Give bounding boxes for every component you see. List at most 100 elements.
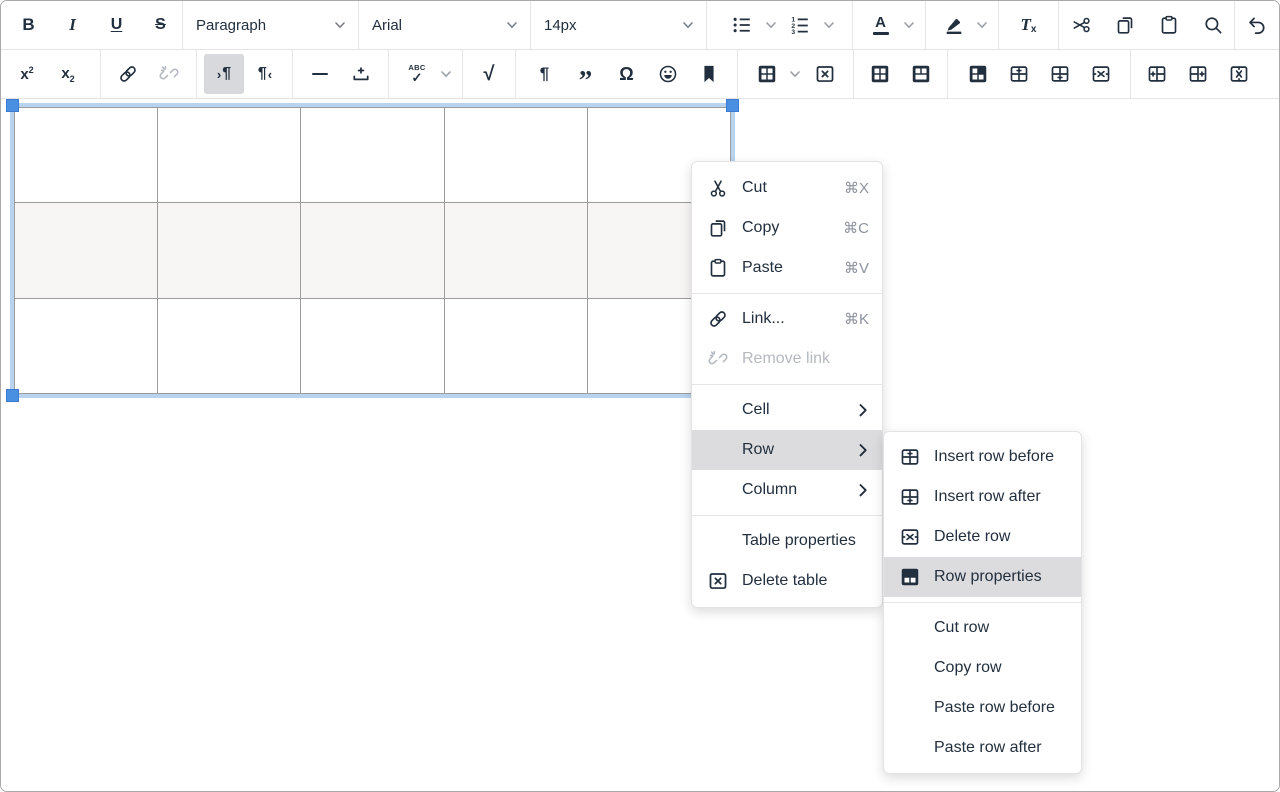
menu-item-copy-row[interactable]: Copy row xyxy=(884,648,1081,688)
format-group: B I U S xyxy=(1,1,183,49)
menu-item-row[interactable]: Row xyxy=(692,430,882,470)
paragraph-style-select[interactable]: Paragraph xyxy=(183,5,358,45)
insert-row-before-button[interactable] xyxy=(999,54,1039,94)
insert-row-after-button[interactable] xyxy=(1040,54,1080,94)
shortcut-label: ⌘C xyxy=(843,219,869,237)
table-cell[interactable] xyxy=(158,299,300,393)
table-cell[interactable] xyxy=(158,203,300,297)
menu-item-cell[interactable]: Cell xyxy=(692,390,882,430)
page-break-button[interactable] xyxy=(341,54,381,94)
menu-item-cut-row[interactable]: Cut row xyxy=(884,608,1081,648)
formula-button[interactable]: √ xyxy=(469,54,509,94)
insert-column-after-button[interactable] xyxy=(1178,54,1218,94)
blockquote-button[interactable]: ” xyxy=(566,54,606,94)
clipboard-group xyxy=(1059,1,1235,49)
clear-formatting-button[interactable]: Tx xyxy=(1007,5,1050,45)
numbered-list-split-button[interactable] xyxy=(780,5,837,45)
insert-link-button[interactable] xyxy=(108,54,148,94)
highlight-color-group xyxy=(926,1,999,49)
submenu-arrow-icon xyxy=(858,483,869,498)
superscript-button[interactable]: x2 xyxy=(7,54,47,94)
chevron-down-icon[interactable] xyxy=(787,68,804,80)
editor-content-area[interactable] xyxy=(1,99,1279,789)
text-color-split-button[interactable]: A xyxy=(861,5,918,45)
insert-table-split-button[interactable] xyxy=(747,54,804,94)
italic-button[interactable]: I xyxy=(51,5,94,45)
clear-formatting-icon: Tx xyxy=(1021,15,1037,35)
cell-properties-button[interactable] xyxy=(958,54,998,94)
rtl-direction-button[interactable]: ¶‹ xyxy=(245,54,285,94)
underline-button[interactable]: U xyxy=(95,5,138,45)
anchor-button[interactable] xyxy=(689,54,729,94)
menu-item-remove-link[interactable]: Remove link xyxy=(692,339,882,379)
menu-item-copy[interactable]: Copy ⌘C xyxy=(692,208,882,248)
menu-item-table-properties[interactable]: Table properties xyxy=(692,521,882,561)
table-cell[interactable] xyxy=(301,203,443,297)
table-cell[interactable] xyxy=(445,108,587,202)
special-character-button[interactable]: Ω xyxy=(607,54,647,94)
table-resize-handle-top-right[interactable] xyxy=(726,99,739,112)
direction-group: ›¶ ¶‹ xyxy=(197,50,293,98)
emoji-button[interactable] xyxy=(648,54,688,94)
delete-row-icon xyxy=(898,526,922,548)
font-family-group: Arial xyxy=(359,1,531,49)
menu-item-paste[interactable]: Paste ⌘V xyxy=(692,248,882,288)
menu-item-column[interactable]: Column xyxy=(692,470,882,510)
table-cell[interactable] xyxy=(301,108,443,202)
merge-cells-button[interactable] xyxy=(901,54,941,94)
delete-row-button[interactable] xyxy=(1081,54,1121,94)
delete-table-button[interactable] xyxy=(805,54,845,94)
submenu-arrow-icon xyxy=(858,443,869,458)
menu-item-delete-row[interactable]: Delete row xyxy=(884,517,1081,557)
font-family-select[interactable]: Arial xyxy=(359,5,530,45)
remove-link-button[interactable] xyxy=(149,54,189,94)
undo-button[interactable] xyxy=(1236,5,1279,45)
highlight-color-split-button[interactable] xyxy=(934,5,991,45)
clear-format-group: Tx xyxy=(999,1,1059,49)
numbered-list-icon xyxy=(789,13,811,37)
menu-item-insert-row-before[interactable]: Insert row before xyxy=(884,437,1081,477)
insert-column-before-button[interactable] xyxy=(1137,54,1177,94)
chevron-down-icon[interactable] xyxy=(974,19,991,31)
table-cell[interactable] xyxy=(445,299,587,393)
table-resize-handle-bottom-left[interactable] xyxy=(6,389,19,402)
chevron-down-icon[interactable] xyxy=(437,68,454,80)
menu-item-paste-row-after[interactable]: Paste row after xyxy=(884,728,1081,768)
table-cell[interactable] xyxy=(158,108,300,202)
paragraph-mark-button[interactable]: ¶ xyxy=(525,54,565,94)
bookmark-icon xyxy=(698,63,720,85)
subscript-button[interactable]: x2 xyxy=(48,54,88,94)
menu-divider xyxy=(692,515,882,516)
table-resize-handle-top-left[interactable] xyxy=(6,99,19,112)
menu-item-cut[interactable]: Cut ⌘X xyxy=(692,168,882,208)
horizontal-rule-button[interactable] xyxy=(300,54,340,94)
table-properties-button[interactable] xyxy=(860,54,900,94)
paste-button[interactable] xyxy=(1147,5,1190,45)
font-size-select[interactable]: 14px xyxy=(531,5,706,45)
menu-item-row-properties[interactable]: Row properties xyxy=(884,557,1081,597)
cut-button[interactable] xyxy=(1059,5,1102,45)
menu-item-link[interactable]: Link... ⌘K xyxy=(692,299,882,339)
delete-row-icon xyxy=(1090,63,1112,85)
ltr-direction-button[interactable]: ›¶ xyxy=(204,54,244,94)
search-button[interactable] xyxy=(1191,5,1234,45)
table-cell[interactable] xyxy=(15,203,157,297)
bullet-list-split-button[interactable] xyxy=(722,5,779,45)
spellcheck-split-button[interactable]: ABC✓ xyxy=(397,54,454,94)
copy-button[interactable] xyxy=(1103,5,1146,45)
font-family-value: Arial xyxy=(372,17,402,34)
chevron-down-icon[interactable] xyxy=(901,19,918,31)
bold-button[interactable]: B xyxy=(7,5,50,45)
table-cell[interactable] xyxy=(445,203,587,297)
menu-item-insert-row-after[interactable]: Insert row after xyxy=(884,477,1081,517)
table-cell[interactable] xyxy=(15,108,157,202)
menu-item-paste-row-before[interactable]: Paste row before xyxy=(884,688,1081,728)
menu-item-delete-table[interactable]: Delete table xyxy=(692,561,882,601)
chevron-down-icon[interactable] xyxy=(762,19,779,31)
strikethrough-button[interactable]: S xyxy=(139,5,182,45)
shortcut-label: ⌘K xyxy=(844,310,869,328)
table-cell[interactable] xyxy=(15,299,157,393)
delete-column-button[interactable] xyxy=(1219,54,1259,94)
chevron-down-icon[interactable] xyxy=(820,19,837,31)
table-cell[interactable] xyxy=(301,299,443,393)
